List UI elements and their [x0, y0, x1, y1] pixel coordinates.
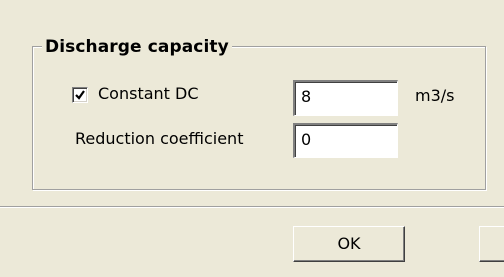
ok-button[interactable]: OK	[293, 226, 405, 262]
constant-dc-label[interactable]: Constant DC	[98, 84, 199, 104]
reduction-coefficient-label: Reduction coefficient	[75, 129, 244, 148]
dialog-divider	[0, 206, 504, 208]
checkmark-icon	[75, 90, 85, 100]
constant-dc-checkbox[interactable]	[72, 87, 88, 103]
reduction-coefficient-input[interactable]: 0	[293, 123, 398, 158]
constant-dc-unit: m3/s	[415, 86, 455, 105]
discharge-capacity-group	[32, 46, 486, 190]
discharge-capacity-title: Discharge capacity	[42, 36, 232, 58]
secondary-button[interactable]	[479, 226, 504, 262]
constant-dc-input[interactable]: 8	[293, 80, 398, 116]
